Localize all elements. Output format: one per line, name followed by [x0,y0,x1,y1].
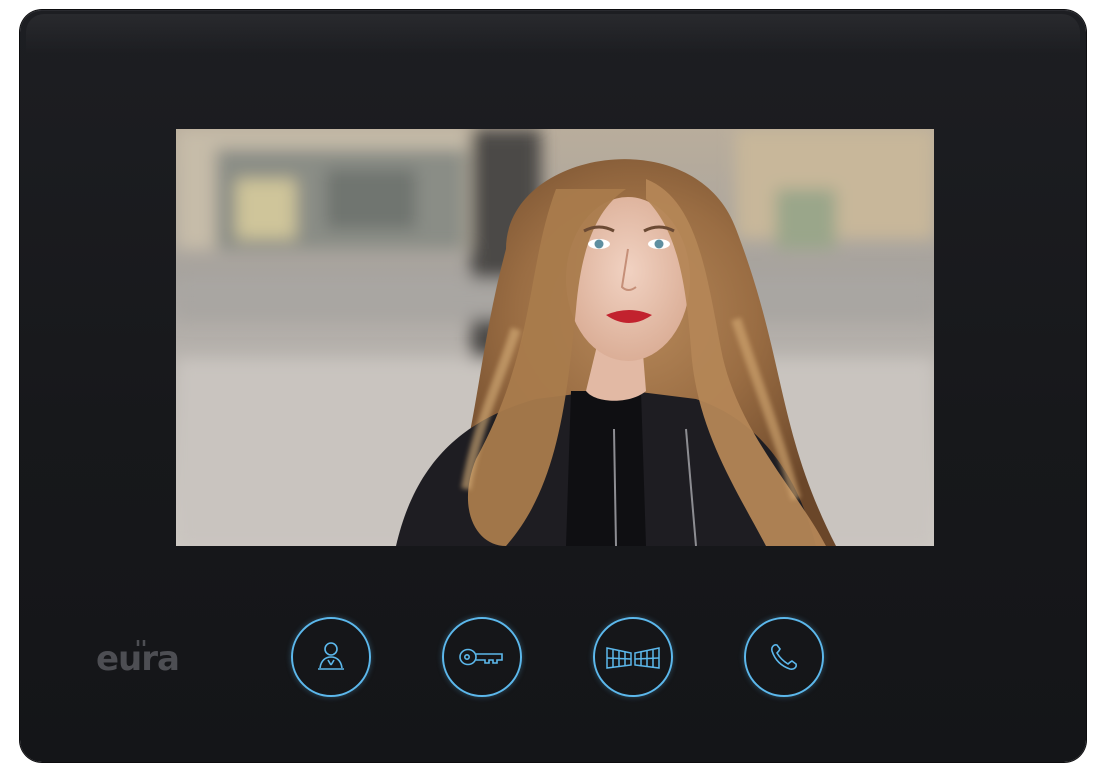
handset-icon [771,644,797,670]
person-monitor-icon [318,642,344,670]
key-icon [459,648,503,666]
monitor-button[interactable] [291,617,371,697]
video-feed-image [176,129,934,546]
gate-icon [606,647,660,669]
gate-button[interactable] [593,617,673,697]
eura-logo: eura [96,634,216,684]
unlock-button[interactable] [442,617,522,697]
talk-button[interactable] [744,617,824,697]
video-screen [176,129,934,546]
intercom-monitor: eura [20,10,1086,762]
